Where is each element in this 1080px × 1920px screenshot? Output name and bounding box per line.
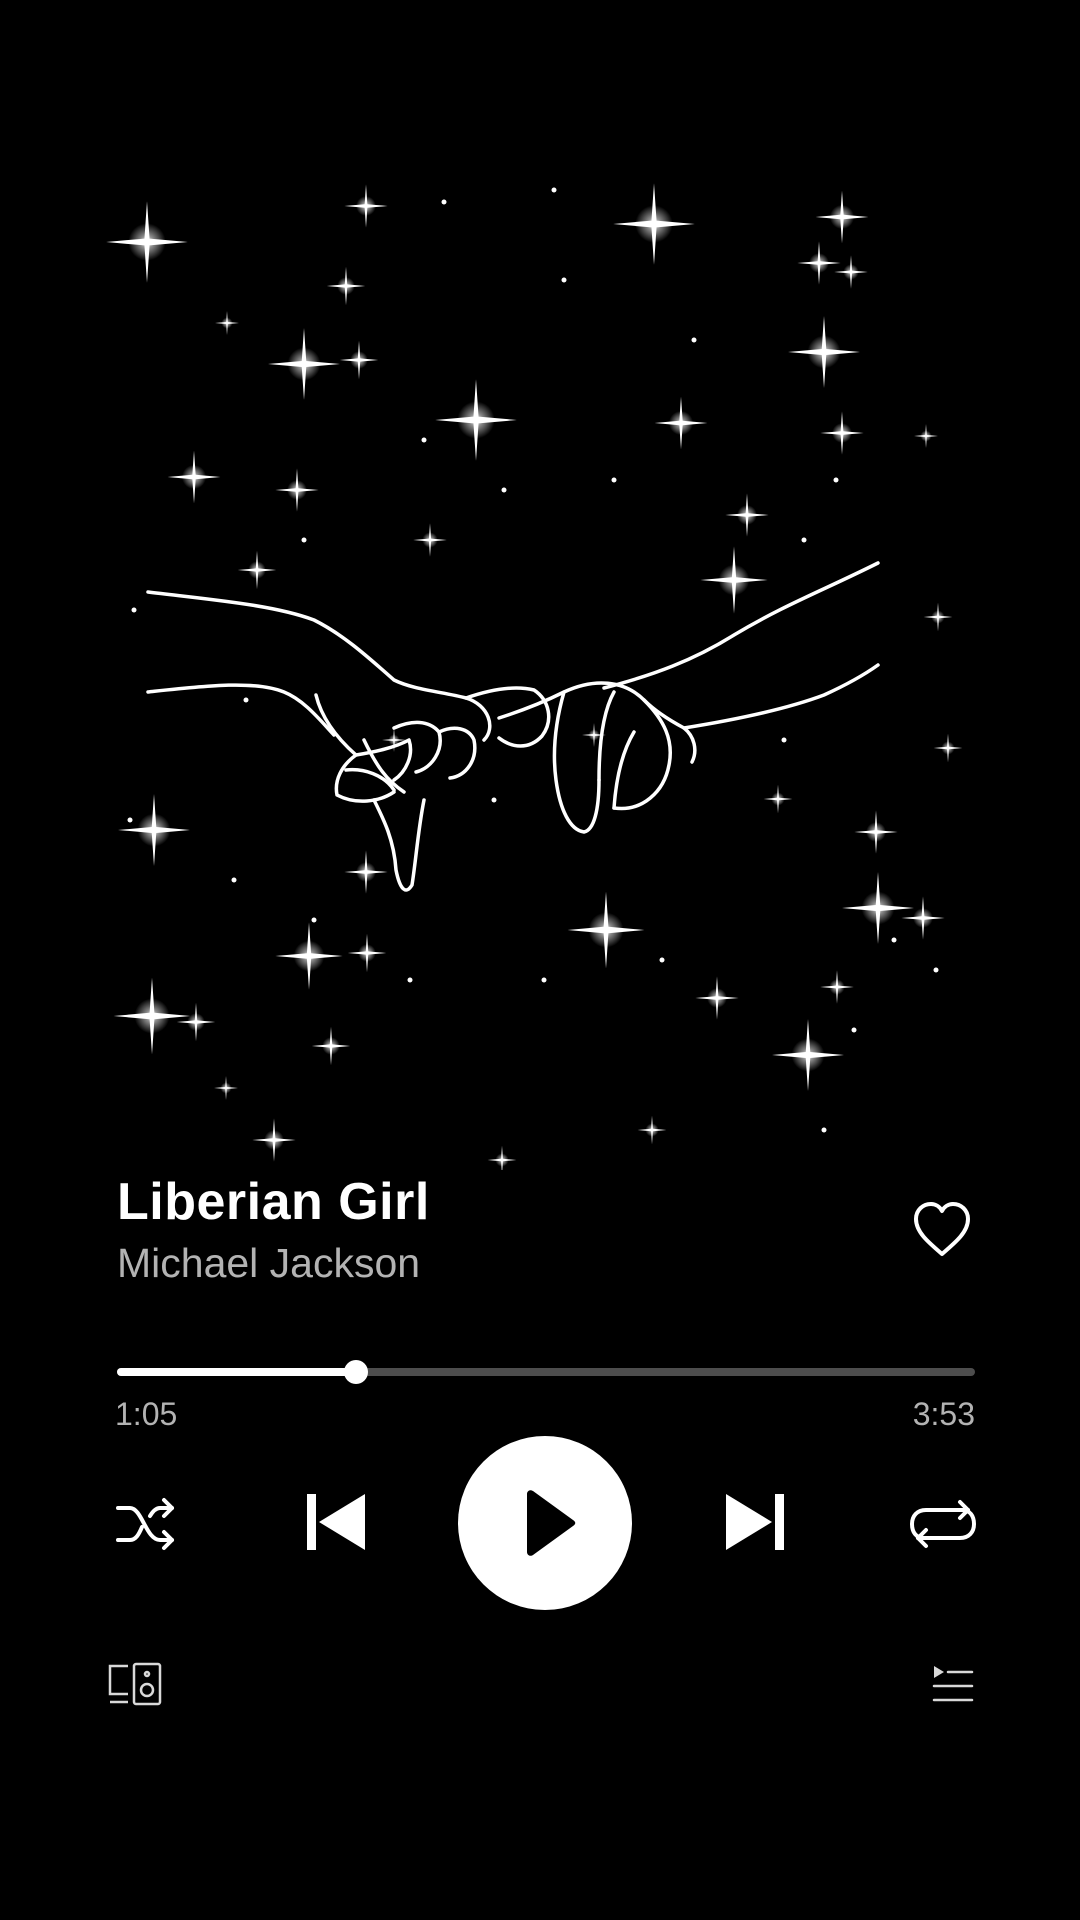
queue-icon bbox=[932, 1666, 974, 1702]
next-button[interactable] bbox=[724, 1490, 786, 1554]
progress-thumb[interactable] bbox=[344, 1360, 369, 1384]
total-time: 3:53 bbox=[912, 1396, 975, 1432]
progress-bar[interactable] bbox=[117, 1360, 975, 1384]
like-button[interactable] bbox=[910, 1198, 974, 1262]
skip-next-icon bbox=[726, 1494, 784, 1550]
play-button[interactable] bbox=[458, 1436, 632, 1610]
repeat-button[interactable] bbox=[908, 1494, 978, 1554]
album-artwork bbox=[94, 180, 982, 1170]
track-artist[interactable]: Michael Jackson bbox=[117, 1240, 420, 1287]
album-artwork-image bbox=[94, 180, 982, 1170]
repeat-icon bbox=[910, 1500, 976, 1548]
elapsed-time: 1:05 bbox=[115, 1396, 178, 1432]
now-playing-screen: Liberian Girl Michael Jackson 1:05 3:53 bbox=[0, 0, 1080, 1920]
progress-fill bbox=[117, 1368, 357, 1376]
connect-devices-button[interactable] bbox=[106, 1660, 166, 1708]
shuffle-button[interactable] bbox=[114, 1494, 180, 1554]
connect-devices-icon bbox=[108, 1662, 162, 1706]
play-icon bbox=[527, 1490, 576, 1556]
track-title[interactable]: Liberian Girl bbox=[117, 1172, 430, 1232]
heart-outline-icon bbox=[914, 1202, 970, 1256]
skip-previous-icon bbox=[307, 1494, 365, 1550]
shuffle-icon bbox=[116, 1498, 174, 1550]
previous-button[interactable] bbox=[305, 1490, 367, 1554]
queue-button[interactable] bbox=[930, 1664, 976, 1708]
